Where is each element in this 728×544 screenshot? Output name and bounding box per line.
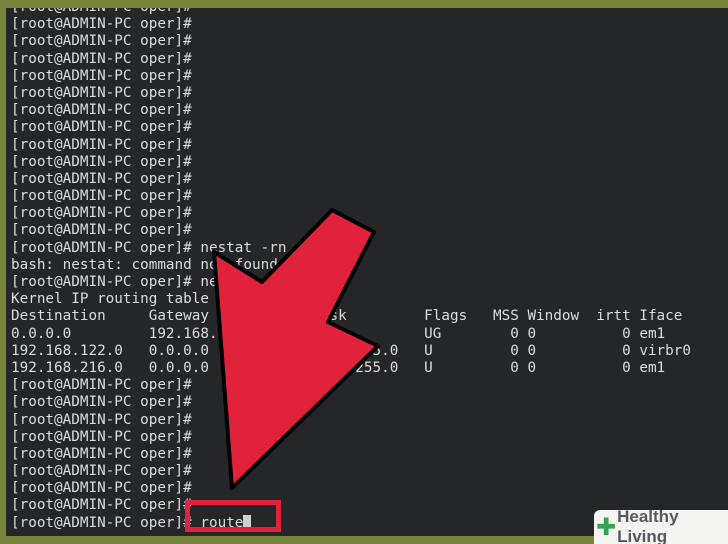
watermark-brand: Healthy Living — [617, 507, 679, 544]
watermark: ✚ Healthy Living — [594, 507, 728, 544]
pointer-arrow-icon — [212, 208, 380, 490]
arrow-shape — [212, 208, 380, 490]
screenshot: [root@ADMIN-PC oper]# [root@ADMIN-PC oper… — [0, 0, 728, 544]
command-highlight-box — [185, 500, 281, 532]
health-cross-icon: ✚ — [596, 513, 617, 541]
